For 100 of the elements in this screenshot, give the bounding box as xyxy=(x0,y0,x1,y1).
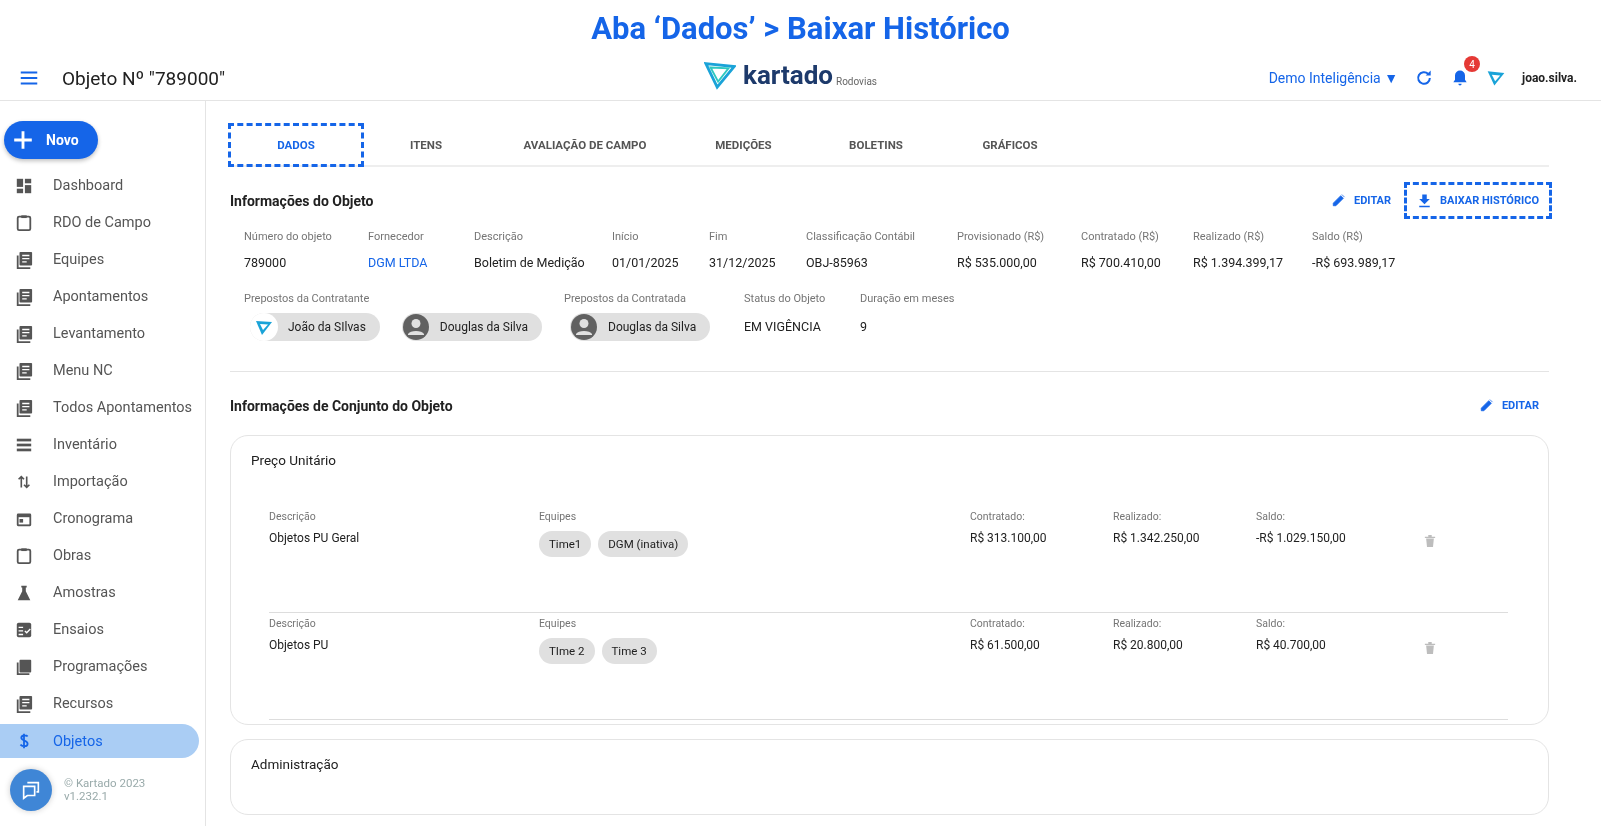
field-label: Início xyxy=(612,230,640,243)
sidebar-item[interactable]: Dashboard xyxy=(0,167,199,204)
edit-button[interactable]: EDITAR xyxy=(1468,390,1549,421)
list-icon xyxy=(15,657,33,676)
flask-icon xyxy=(15,583,33,602)
field-label: Classificação Contábil xyxy=(806,230,917,243)
field-value: EM VIGÊNCIA xyxy=(744,319,822,334)
sidebar-item[interactable]: Todos Apontamentos xyxy=(0,389,199,426)
team-chip: TIme 2 xyxy=(539,638,595,664)
person-chip: João da SIlvas xyxy=(250,313,380,341)
field-value: 789000 xyxy=(244,255,288,270)
sidebar-item[interactable]: Amostras xyxy=(0,574,199,611)
chat-icon xyxy=(20,779,42,801)
edit-button[interactable]: EDITAR xyxy=(1321,185,1402,216)
field-value: R$ 61.500,00 xyxy=(970,638,1041,652)
sidebar-item[interactable]: Menu NC xyxy=(0,352,199,389)
supplier-link[interactable]: DGM LTDA xyxy=(368,255,474,270)
field-label: Fim xyxy=(709,230,729,243)
pencil-icon xyxy=(1331,193,1346,208)
logo-avatar-icon xyxy=(250,313,278,341)
field-value: R$ 1.394.399,17 xyxy=(1193,255,1285,270)
field-value: 31/12/2025 xyxy=(709,255,777,270)
sidebar-item[interactable]: Programações xyxy=(0,648,199,685)
user-name[interactable]: joao.silva. xyxy=(1522,71,1577,85)
field-label: Prepostos da Contratante xyxy=(244,292,371,305)
page-title: Objeto Nº "789000" xyxy=(62,66,226,90)
tab[interactable]: DADOS xyxy=(230,125,362,165)
list-icon xyxy=(15,361,33,380)
section-title: Informações do Objeto xyxy=(230,192,374,209)
plus-icon xyxy=(12,129,34,151)
logo-text: kartado xyxy=(743,60,833,90)
tab[interactable]: BOLETINS xyxy=(807,125,945,165)
sidebar-item[interactable]: Recursos xyxy=(0,685,199,722)
field-value: Boletim de Medição xyxy=(474,255,586,270)
field-label: Realizado: xyxy=(1113,510,1163,523)
tab[interactable]: GRÁFICOS xyxy=(945,125,1075,165)
download-history-button[interactable]: BAIXAR HISTÓRICO xyxy=(1407,185,1549,216)
version-text: © Kartado 2023 v1.232.1 xyxy=(64,777,146,803)
field-value: -R$ 693.989,17 xyxy=(1312,255,1396,270)
tab[interactable]: ITENS xyxy=(362,125,490,165)
chat-button[interactable] xyxy=(10,769,52,811)
list-icon xyxy=(15,694,33,713)
field-value: R$ 313.100,00 xyxy=(970,531,1048,545)
company-selector[interactable]: Demo Inteligência ▼ xyxy=(1268,70,1398,86)
sidebar-item[interactable]: Importação xyxy=(0,463,199,500)
field-label: Realizado (R$) xyxy=(1193,230,1266,243)
sidebar-item[interactable]: Cronograma xyxy=(0,500,199,537)
list-icon xyxy=(15,324,33,343)
field-label: Saldo: xyxy=(1256,617,1286,630)
sidebar-item[interactable]: Ensaios xyxy=(0,611,199,648)
field-label: Status do Objeto xyxy=(744,292,827,305)
person-chip: Douglas da Silva xyxy=(570,313,711,341)
field-value: R$ 700.410,00 xyxy=(1081,255,1162,270)
sidebar-item[interactable]: Levantamento xyxy=(0,315,199,352)
sidebar-item[interactable]: RDO de Campo xyxy=(0,204,199,241)
field-label: Descrição xyxy=(474,230,524,243)
clipboard-icon xyxy=(15,213,33,232)
sidebar-item[interactable]: Equipes xyxy=(0,241,199,278)
banner-title: Aba ‘Dados’ > Baixar Histórico xyxy=(591,9,1010,47)
field-value: R$ 20.800,00 xyxy=(1113,638,1184,652)
field-label: Fornecedor xyxy=(368,230,425,243)
sidebar-item[interactable]: Apontamentos xyxy=(0,278,199,315)
field-label: Equipes xyxy=(539,510,578,523)
field-value: Objetos PU xyxy=(269,638,330,652)
pencil-icon xyxy=(1478,398,1494,413)
field-label: Contratado: xyxy=(970,510,1026,523)
new-button[interactable]: Novo xyxy=(4,121,98,159)
field-label: Realizado: xyxy=(1113,617,1163,630)
field-value: R$ 1.342.250,00 xyxy=(1113,531,1201,545)
list-icon xyxy=(15,250,33,269)
list-icon xyxy=(15,398,33,417)
sidebar-item[interactable]: Inventário xyxy=(0,426,199,463)
sidebar-item[interactable]: Obras xyxy=(0,537,199,574)
field-value: R$ 40.700,00 xyxy=(1256,638,1327,652)
team-chip: Time1 xyxy=(539,531,592,557)
avatar-logo-icon xyxy=(1486,68,1506,88)
notification-badge: 4 xyxy=(1464,56,1480,72)
card-title: Administração xyxy=(251,756,340,772)
field-label: Duração em meses xyxy=(860,292,956,305)
field-label: Contratado (R$) xyxy=(1081,230,1160,243)
tab[interactable]: MEDIÇÕES xyxy=(680,125,807,165)
logo-subtitle: Rodovias xyxy=(836,76,877,87)
field-label: Descrição xyxy=(269,617,317,630)
field-label: Equipes xyxy=(539,617,578,630)
team-chip: Time 3 xyxy=(601,638,657,664)
field-label: Contratado: xyxy=(970,617,1026,630)
clipboard-icon xyxy=(15,546,33,565)
list-icon xyxy=(15,287,33,306)
person-chip: Douglas da Silva xyxy=(401,313,542,341)
field-label: Saldo: xyxy=(1256,510,1286,523)
person-avatar-icon xyxy=(570,313,598,341)
refresh-icon[interactable] xyxy=(1414,68,1434,88)
section-title: Informações de Conjunto do Objeto xyxy=(230,397,453,414)
field-value: R$ 535.000,00 xyxy=(957,255,1038,270)
field-label: Saldo (R$) xyxy=(1312,230,1364,243)
checklist-icon xyxy=(15,620,33,639)
field-value: -R$ 1.029.150,00 xyxy=(1256,531,1347,545)
tab[interactable]: AVALIAÇÃO DE CAMPO xyxy=(490,125,680,165)
logo-icon xyxy=(704,60,736,90)
card-title: Preço Unitário xyxy=(251,452,338,468)
